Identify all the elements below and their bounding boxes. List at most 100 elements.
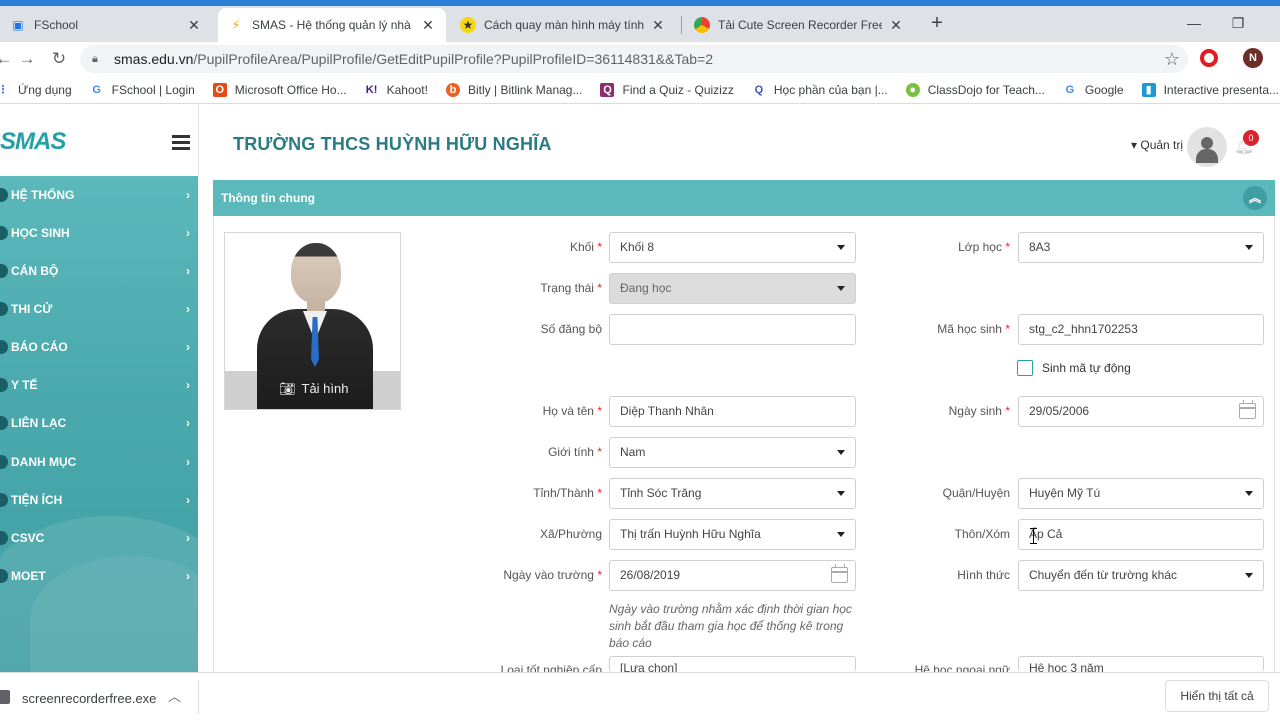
chevron-up-icon[interactable]: ︿ (168, 686, 181, 705)
ngay-sinh-value: 29/05/2006 (1029, 404, 1090, 418)
forward-icon[interactable]: → (15, 47, 39, 71)
bookmark-kahoot[interactable]: K! Kahoot! (365, 83, 428, 97)
tab-download[interactable]: Tải Cute Screen Recorder Free 3.0 ✕ (684, 8, 914, 42)
lop-hoc-select[interactable]: 8A3 (1018, 232, 1264, 263)
tab-title: Tải Cute Screen Recorder Free 3.0 (718, 18, 882, 32)
profile-avatar[interactable]: N (1243, 48, 1263, 68)
he-hoc-ngoai-ngu-select[interactable]: Hệ học 3 năm (1018, 656, 1264, 672)
trang-thai-label: Trạng thái * (540, 281, 602, 295)
window-accent-bar (0, 0, 1280, 6)
bookmark-google[interactable]: G Google (1063, 83, 1124, 97)
restore-button[interactable]: ❐ (1215, 8, 1261, 38)
khoi-select[interactable]: Khối 8 (609, 232, 856, 263)
hamburger-menu-icon[interactable] (172, 135, 190, 153)
app-header (0, 104, 1280, 176)
back-icon[interactable]: ← (0, 47, 16, 71)
minimize-button[interactable]: — (1171, 8, 1217, 38)
sidebar-item-lien-lac[interactable]: LIÊN LẠC › (0, 404, 198, 442)
sidebar-item-label: Y TẾ (11, 378, 38, 392)
apps-icon: ⋮ (0, 84, 9, 96)
ngay-vao-truong-input[interactable]: 26/08/2019 (609, 560, 856, 591)
collapse-icon[interactable]: ︽ (1243, 186, 1267, 210)
quizizz-icon: Q (600, 82, 615, 97)
hinh-thuc-value: Chuyển đến từ trường khác (1029, 568, 1178, 582)
smas-logo[interactable]: SMAS (0, 128, 66, 156)
sidebar-item-y-te[interactable]: Y TẾ › (0, 366, 198, 404)
calendar-icon[interactable] (1239, 400, 1256, 419)
bookmark-star-icon[interactable]: ☆ (1164, 49, 1180, 70)
opera-extension-icon[interactable] (1200, 49, 1218, 67)
calendar-icon[interactable] (831, 564, 848, 583)
so-dang-bo-input[interactable] (609, 314, 856, 345)
tab-fschool[interactable]: ▣ FSchool ✕ (0, 8, 212, 42)
bookmark-bitly[interactable]: b Bitly | Bitlink Manag... (445, 82, 582, 97)
close-icon[interactable]: ✕ (888, 17, 904, 33)
sidebar-item-can-bo[interactable]: CÁN BỘ › (0, 252, 198, 290)
address-bar[interactable]: 🔒︎ smas.edu.vn/PupilProfileArea/PupilPro… (80, 45, 1188, 73)
text-cursor-icon (1030, 528, 1037, 544)
bookmark-label: Kahoot! (386, 82, 428, 97)
user-avatar[interactable] (1187, 127, 1227, 167)
ngay-vao-truong-value: 26/08/2019 (620, 568, 681, 582)
bookmark-office[interactable]: O Microsoft Office Ho... (212, 82, 347, 97)
quan-huyen-select[interactable]: Huyện Mỹ Tú (1018, 478, 1264, 509)
sidebar-item-moet[interactable]: MOET › (0, 557, 198, 595)
student-photo[interactable]: 📷︎ Tải hình (224, 232, 401, 410)
chevron-right-icon: › (186, 340, 190, 354)
tab-smas[interactable]: ⚡ SMAS - Hệ thống quản lý nhà trư ✕ (218, 8, 446, 42)
bookmark-quizlet[interactable]: Q Học phần của bạn |... (752, 83, 888, 97)
sidebar-item-bao-cao[interactable]: BÁO CÁO › (0, 328, 198, 366)
xa-phuong-select[interactable]: Thị trấn Huỳnh Hữu Nghĩa (609, 519, 856, 550)
chevron-right-icon: › (186, 188, 190, 202)
placeholder-person-head (291, 243, 341, 303)
caret-down-icon (1245, 491, 1253, 496)
upload-photo-button[interactable]: 📷︎ Tải hình (279, 381, 349, 397)
bookmark-fschool[interactable]: G FSchool | Login (90, 83, 194, 97)
reload-icon[interactable]: ↻ (47, 47, 71, 71)
hinh-thuc-label: Hình thức (957, 568, 1010, 582)
bookmark-label: Microsoft Office Ho... (234, 82, 347, 97)
ngay-sinh-input[interactable]: 29/05/2006 (1018, 396, 1264, 427)
ma-hoc-sinh-input[interactable]: stg_c2_hhn1702253 (1018, 314, 1264, 345)
bookmark-label: ClassDojo for Teach... (927, 82, 1045, 97)
sidebar-item-hoc-sinh[interactable]: HỌC SINH › (0, 214, 198, 252)
download-bar (0, 672, 1280, 720)
loai-tot-nghiep-select[interactable]: [Lựa chọn] (609, 656, 856, 672)
sidebar-item-thi-cu[interactable]: THI CỬ › (0, 290, 198, 328)
close-icon[interactable]: ✕ (186, 17, 202, 33)
bookmark-interactive[interactable]: ▮ Interactive presenta... (1141, 82, 1279, 97)
sidebar-item-tien-ich[interactable]: TIỆN ÍCH › (0, 481, 198, 519)
tab-title: FSchool (34, 18, 79, 32)
logo-text: SMAS (0, 128, 66, 155)
sidebar-item-danh-muc[interactable]: DANH MỤC › (0, 443, 198, 481)
hinh-thuc-select[interactable]: Chuyển đến từ trường khác (1018, 560, 1264, 591)
tab-divider (681, 16, 682, 34)
caret-down-icon (837, 450, 845, 455)
chevron-right-icon: › (186, 569, 190, 583)
bookmark-classdojo[interactable]: ● ClassDojo for Teach... (905, 82, 1045, 97)
notification-badge: 0 (1243, 130, 1259, 146)
show-all-downloads-button[interactable]: Hiển thị tất cả (1165, 680, 1269, 712)
gioi-tinh-select[interactable]: Nam (609, 437, 856, 468)
sidebar-item-label: DANH MỤC (11, 455, 77, 469)
thon-xom-input[interactable]: Ấp Cả (1018, 519, 1264, 550)
ho-va-ten-input[interactable]: Diệp Thanh Nhân (609, 396, 856, 427)
sidebar-item-label: HỆ THỐNG (11, 188, 75, 202)
trang-thai-select: Đang học (609, 273, 856, 304)
bookmark-label: Ứng dụng (18, 82, 72, 97)
sidebar-item-label: LIÊN LẠC (11, 416, 67, 430)
user-menu-dropdown[interactable]: ▾ Quản trị (1131, 138, 1183, 152)
sidebar-item-csvc[interactable]: CSVC › (0, 519, 198, 557)
close-icon[interactable]: ✕ (650, 17, 666, 33)
sidebar-item-he-thong[interactable]: HỆ THỐNG › (0, 176, 198, 214)
bitly-icon: b (445, 82, 460, 97)
tab-tutorial[interactable]: ★ Cách quay màn hình máy tính kh ✕ (450, 8, 676, 42)
download-item[interactable]: screenrecorderfree.exe (22, 691, 156, 706)
tinh-thanh-select[interactable]: Tỉnh Sóc Trăng (609, 478, 856, 509)
menu-bullet-icon (0, 226, 8, 240)
auto-code-checkbox[interactable] (1017, 360, 1033, 376)
new-tab-button[interactable]: + (926, 12, 948, 34)
bookmark-apps[interactable]: ⋮ Ứng dụng (0, 83, 72, 97)
bookmark-quizizz[interactable]: Q Find a Quiz - Quizizz (600, 82, 734, 97)
close-icon[interactable]: ✕ (420, 17, 436, 33)
